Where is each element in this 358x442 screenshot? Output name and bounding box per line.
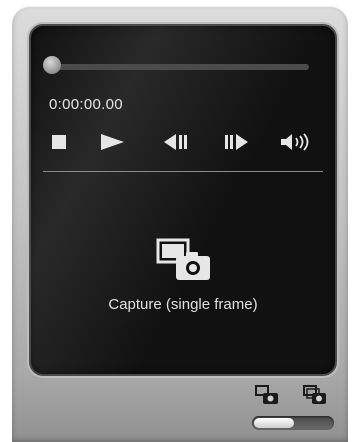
screen-glare [31,26,335,374]
previous-frame-button[interactable] [161,130,191,154]
play-icon [101,134,124,150]
single-frame-capture-button[interactable] [254,384,280,406]
volume-button[interactable] [279,130,315,154]
multi-frame-capture-icon [303,385,326,404]
capture-button[interactable] [156,238,212,282]
next-frame-button[interactable] [221,130,251,154]
multi-frame-capture-button[interactable] [302,384,328,406]
stop-icon [52,135,66,149]
timecode-display: 0:00:00.00 [49,96,123,113]
next-frame-icon [225,134,248,150]
play-button[interactable] [97,130,127,154]
video-capture-panel: 0:00:00.00 Capture (single frame) [12,6,348,442]
capture-label: Capture (single frame) [108,296,258,313]
volume-icon [281,133,309,151]
seek-handle[interactable] [43,56,61,74]
mode-toggle[interactable] [252,416,334,430]
seek-bar[interactable] [51,64,309,70]
preview-screen: 0:00:00.00 Capture (single frame) [29,24,337,376]
controls-divider [43,171,323,172]
playback-controls [31,130,335,154]
camera-frame-icon [156,238,210,280]
previous-frame-icon [164,134,187,150]
stop-button[interactable] [49,130,69,154]
mode-toggle-knob[interactable] [254,418,294,428]
single-frame-capture-icon [255,385,278,404]
